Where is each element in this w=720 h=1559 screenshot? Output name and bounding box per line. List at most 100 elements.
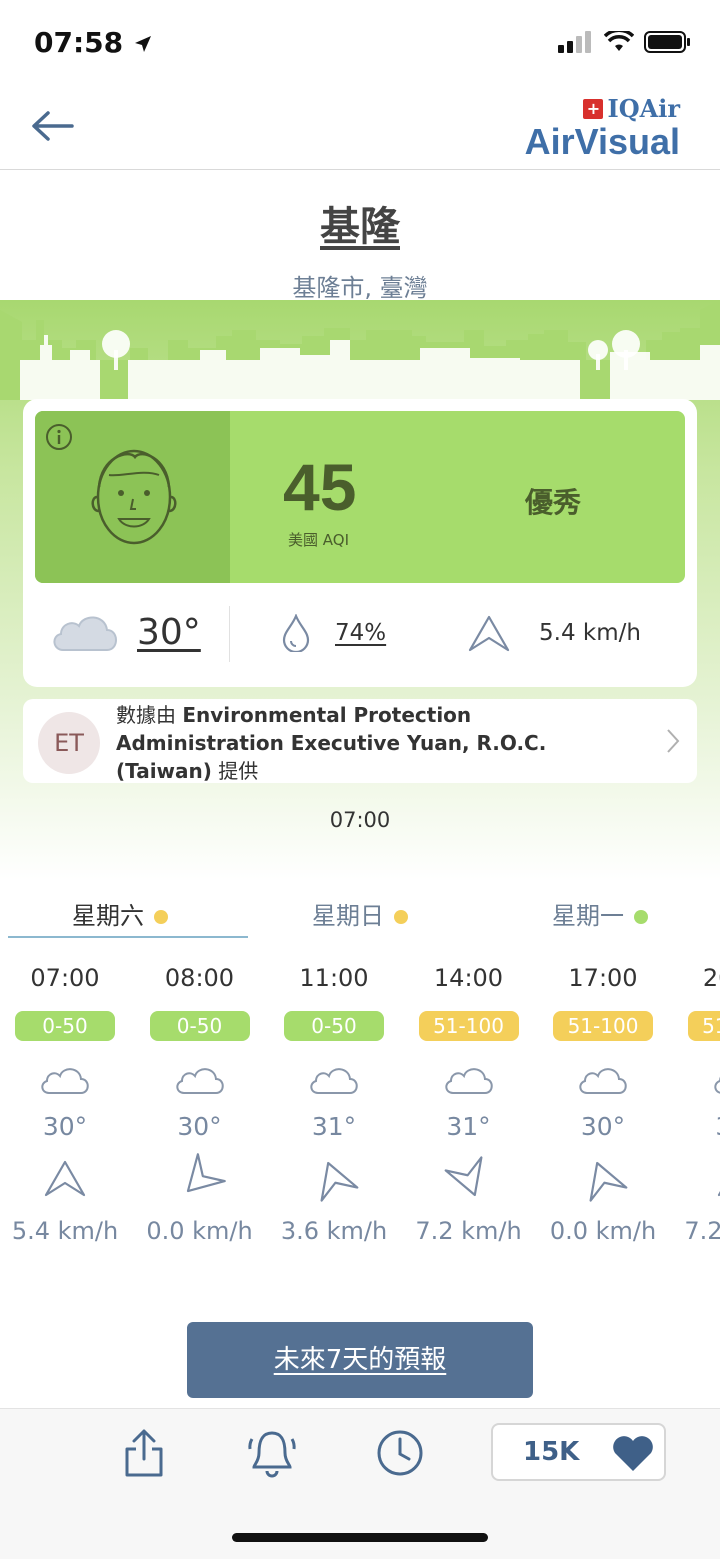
hour-weather xyxy=(0,1061,132,1101)
hour-temperature: 30° xyxy=(42,1112,88,1141)
hour-column: 11:00 0-50 31° 3.6 km/h xyxy=(267,960,401,1245)
hour-column: 08:00 0-50 30° 0.0 km/h xyxy=(133,960,267,1245)
humidity-value[interactable]: 74% xyxy=(335,620,386,646)
aqi-value: 45 xyxy=(283,450,357,524)
day-aqi-dot xyxy=(394,910,408,924)
aqi-status: 優秀 xyxy=(525,486,582,519)
cloud-icon xyxy=(310,1068,358,1094)
hour-time: 14:00 xyxy=(433,964,504,992)
hour-time: 20:00 xyxy=(702,964,720,992)
day-aqi-dot xyxy=(634,910,648,924)
battery-icon xyxy=(644,31,690,53)
droplet-icon xyxy=(282,614,310,652)
likes-button[interactable]: 15K xyxy=(491,1423,666,1481)
logo-iqair: IQAir xyxy=(607,94,680,123)
bell-icon[interactable] xyxy=(246,1427,298,1479)
airvisual-logo: + IQAir AirVisual xyxy=(525,94,680,161)
aqi-panel[interactable]: 45 美國 AQI 優秀 xyxy=(35,411,685,583)
current-weather-row: 30° 74% 5.4 km/h xyxy=(23,594,697,676)
hour-wind-direction xyxy=(536,1159,670,1203)
face-icon xyxy=(91,449,177,545)
back-arrow-icon[interactable] xyxy=(28,104,78,148)
app-header: + IQAir AirVisual xyxy=(0,80,720,170)
hour-aqi-badge: 0-50 xyxy=(149,1011,250,1041)
hour-column: 14:00 51-100 31° 7.2 km/h xyxy=(402,960,536,1245)
day-tab-label: 星期六 xyxy=(72,902,144,930)
hour-weather xyxy=(402,1061,536,1101)
hour-time: 07:00 xyxy=(30,964,100,992)
cloud-icon xyxy=(41,1068,89,1094)
cloud-icon xyxy=(713,1075,720,1094)
wind-arrow-icon xyxy=(717,1190,720,1197)
heart-icon xyxy=(613,1436,653,1471)
city-skyline-illustration xyxy=(0,300,720,400)
home-indicator xyxy=(232,1533,488,1542)
share-icon[interactable] xyxy=(122,1427,166,1479)
active-tab-underline xyxy=(8,936,248,938)
hour-weather xyxy=(536,1061,670,1101)
hour-aqi-badge: 51-100 xyxy=(418,1011,519,1041)
hour-column: 17:00 51-100 30° 0.0 km/h xyxy=(536,960,670,1245)
aqi-label: 美國 AQI xyxy=(288,531,349,549)
day-aqi-dot xyxy=(154,910,168,924)
current-temperature[interactable]: 30° xyxy=(137,612,201,653)
bottom-toolbar: 15K xyxy=(0,1408,720,1559)
hour-wind-direction xyxy=(0,1159,132,1203)
hour-column: 20:00 51-100 30° 7.2 km/h xyxy=(671,960,720,1245)
hour-time: 11:00 xyxy=(299,964,369,992)
hour-weather xyxy=(267,1061,401,1101)
wind-arrow-icon xyxy=(444,1156,482,1197)
hour-aqi-badge: 51-100 xyxy=(687,1011,720,1041)
city-subtitle: 基隆市, 臺灣 xyxy=(292,274,428,302)
update-time: 07:00 xyxy=(329,808,391,832)
hour-temperature: 30° xyxy=(580,1112,626,1141)
wind-arrow-icon xyxy=(186,1153,226,1193)
swiss-cross-icon: + xyxy=(583,98,604,119)
wind-arrow-icon xyxy=(44,1160,86,1197)
source-badge: ET xyxy=(38,712,100,774)
hour-aqi-badge: 0-50 xyxy=(284,1011,384,1041)
hour-aqi-badge: 51-100 xyxy=(553,1011,653,1041)
hour-temperature: 31° xyxy=(311,1112,357,1141)
tab-day-2[interactable]: 星期一 xyxy=(480,896,720,938)
hour-temperature: 30° xyxy=(671,1109,720,1145)
hour-column: 07:00 0-50 30° 5.4 km/h xyxy=(0,960,132,1245)
tab-day-1[interactable]: 星期日 xyxy=(240,896,480,938)
source-prefix: 數據由 xyxy=(116,703,183,727)
clock-icon[interactable] xyxy=(374,1427,426,1479)
hour-wind-direction xyxy=(267,1159,401,1203)
location-arrow-icon xyxy=(134,36,151,52)
data-source-card[interactable]: ET 數據由 Environmental Protection Administ… xyxy=(23,699,697,783)
source-suffix: 提供 xyxy=(218,759,259,783)
chevron-right-icon xyxy=(667,729,680,753)
day-tab-label: 星期日 xyxy=(312,902,384,930)
source-text: 數據由 Environmental Protection Administrat… xyxy=(116,701,636,785)
day-tab-label: 星期一 xyxy=(552,902,624,930)
likes-count: 15K xyxy=(523,1437,580,1467)
wind-speed: 5.4 km/h xyxy=(539,620,641,646)
hour-time: 17:00 xyxy=(568,964,638,992)
wind-arrow-icon xyxy=(589,1161,628,1202)
status-time: 07:58 xyxy=(34,26,153,59)
hour-time: 08:00 xyxy=(164,964,235,992)
cloud-icon xyxy=(444,1068,493,1094)
tab-day-0[interactable]: 星期六 xyxy=(0,896,240,938)
divider xyxy=(229,606,230,662)
wind-arrow-icon xyxy=(320,1161,359,1202)
hour-wind-direction xyxy=(402,1156,536,1203)
status-icons xyxy=(558,30,692,54)
signal-icon xyxy=(558,31,591,53)
cloud-icon xyxy=(579,1068,627,1094)
forecast-7day-button[interactable]: 未來7天的預報 xyxy=(187,1322,533,1398)
hour-weather xyxy=(671,1061,720,1101)
hour-temperature: 30° xyxy=(177,1112,222,1141)
info-icon[interactable] xyxy=(45,423,73,451)
aqi-face-area xyxy=(35,411,230,583)
city-title[interactable]: 基隆 xyxy=(0,194,720,252)
hour-wind-direction xyxy=(671,1159,720,1203)
hour-wind-speed: 0.0 km/h xyxy=(146,1217,253,1245)
hour-aqi-badge: 0-50 xyxy=(15,1011,115,1041)
aqi-card: 45 美國 AQI 優秀 30° 74% 5.4 km/h xyxy=(23,399,697,687)
hour-wind-speed: 7.2 km/h xyxy=(415,1217,522,1245)
hour-weather xyxy=(133,1061,267,1101)
